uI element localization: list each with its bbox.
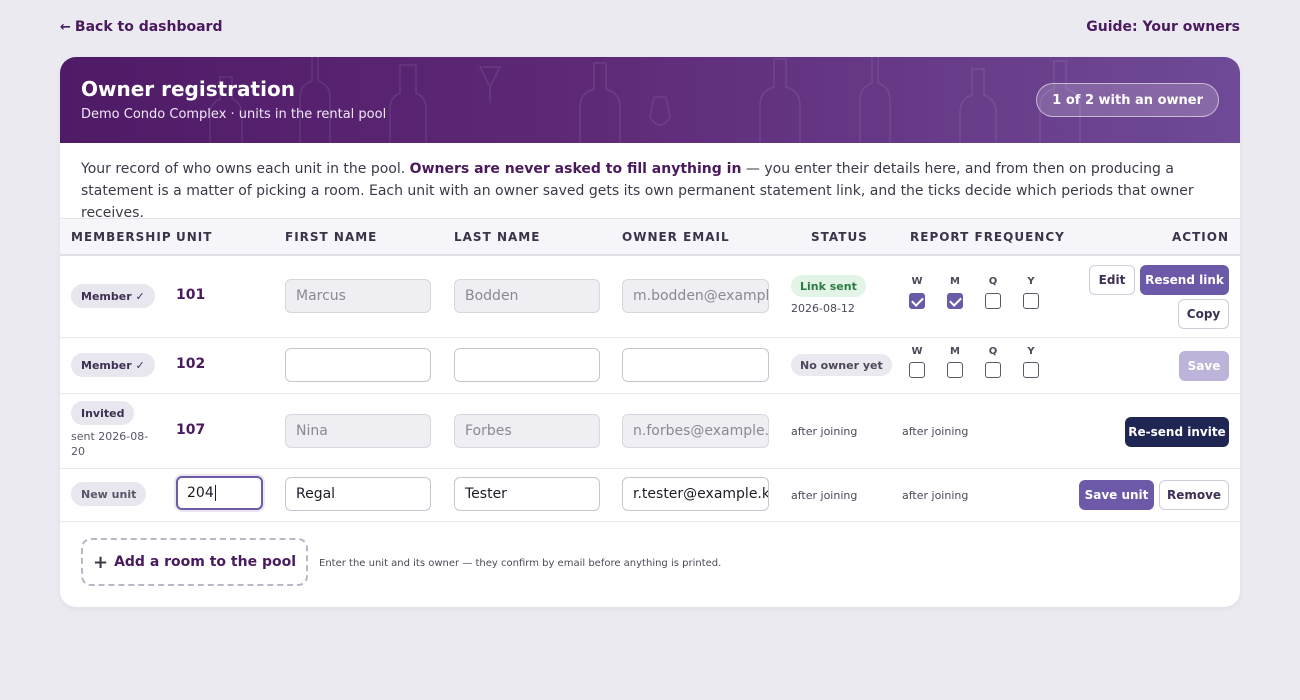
table-row-unit-101: Member ✓ 101 Marcus Bodden m.bodden@exam… (60, 256, 1240, 338)
frequency-monthly-checkbox[interactable] (947, 293, 963, 309)
frequency-monthly-checkbox[interactable] (947, 362, 963, 378)
unit-number-input-value: 204 (187, 485, 214, 501)
header-banner: Owner registration Demo Condo Complex · … (60, 57, 1240, 143)
resend-link-button[interactable]: Resend link (1140, 265, 1229, 295)
last-name-field[interactable]: Forbes (454, 414, 600, 448)
frequency-text: after joining (902, 489, 969, 502)
frequency-yearly-checkbox[interactable] (1023, 362, 1039, 378)
table-row-unit-107: Invited sent 2026-08-20 107 Nina Forbes … (60, 394, 1240, 469)
owner-count-badge: 1 of 2 with an owner (1036, 83, 1219, 117)
last-name-field[interactable]: Tester (454, 477, 600, 511)
freq-label-weekly: W (911, 276, 923, 287)
invite-sent-date: sent 2026-08-20 (71, 430, 149, 458)
status-text: after joining (791, 425, 858, 438)
intro-text: Your record of who owns each unit in the… (81, 158, 1221, 224)
freq-label-yearly: Y (1027, 276, 1035, 287)
edit-button[interactable]: Edit (1089, 265, 1135, 295)
owner-registration-card: Owner registration Demo Condo Complex · … (60, 57, 1240, 607)
frequency-quarterly-checkbox[interactable] (985, 293, 1001, 309)
plus-icon: + (92, 551, 109, 573)
freq-label-yearly: Y (1027, 346, 1035, 357)
frequency-yearly-checkbox[interactable] (1023, 293, 1039, 309)
add-room-button[interactable]: + Add a room to the pool (81, 538, 308, 586)
first-name-field[interactable]: Nina (285, 414, 431, 448)
status-badge: Link sent (791, 275, 866, 297)
header-last-name: Last name (454, 230, 541, 244)
add-room-hint: Enter the unit and its owner — they conf… (319, 558, 722, 569)
add-room-label: Add a room to the pool (114, 554, 297, 570)
status-text: after joining (791, 489, 858, 502)
table-header: Membership Unit First name Last name Own… (60, 218, 1240, 256)
owner-email-field[interactable]: m.bodden@example.ky (622, 279, 769, 313)
save-button[interactable]: Save (1179, 351, 1229, 381)
guide-link[interactable]: Guide: Your owners (1086, 19, 1240, 35)
frequency-weekly-checkbox[interactable] (909, 362, 925, 378)
freq-label-monthly: M (950, 276, 960, 287)
back-to-dashboard-link[interactable]: ← Back to dashboard (60, 19, 222, 35)
frequency-quarterly-checkbox[interactable] (985, 362, 1001, 378)
header-owner-email: Owner email (622, 230, 730, 244)
last-name-field[interactable]: Bodden (454, 279, 600, 313)
membership-badge: Member ✓ (71, 284, 155, 308)
text-caret (214, 485, 216, 501)
header-action: Action (1172, 230, 1229, 244)
unit-number: 102 (176, 356, 206, 372)
freq-label-quarterly: Q (988, 346, 998, 357)
owner-email-field[interactable]: r.tester@example.ky (622, 477, 769, 511)
freq-label-quarterly: Q (988, 276, 998, 287)
membership-badge: New unit (71, 482, 147, 506)
owner-email-field[interactable]: n.forbes@example.ky (622, 414, 769, 448)
back-link-label: Back to dashboard (74, 19, 223, 35)
membership-badge: Invited (71, 401, 135, 425)
owner-email-field[interactable] (622, 348, 769, 382)
remove-button[interactable]: Remove (1159, 480, 1229, 510)
first-name-field[interactable]: Marcus (285, 279, 431, 313)
header-membership: Membership (71, 230, 172, 244)
save-unit-button[interactable]: Save unit (1079, 480, 1154, 510)
top-navigation: ← Back to dashboard Guide: Your owners (60, 19, 1240, 39)
resend-invite-button[interactable]: Re-send invite (1125, 417, 1229, 447)
first-name-field[interactable] (285, 348, 431, 382)
freq-label-weekly: W (911, 346, 923, 357)
arrow-left-icon: ← (60, 19, 71, 35)
status-badge: No owner yet (791, 354, 892, 376)
frequency-weekly-checkbox[interactable] (909, 293, 925, 309)
first-name-field[interactable]: Regal (285, 477, 431, 511)
page-title: Owner registration (81, 77, 295, 101)
unit-number: 107 (176, 422, 206, 438)
last-name-field[interactable] (454, 348, 600, 382)
freq-label-monthly: M (950, 346, 960, 357)
unit-number-input[interactable]: 204 (176, 476, 263, 510)
table-row-new-unit: New unit 204 Regal Tester r.tester@examp… (60, 469, 1240, 522)
intro-text-start: Your record of who owns each unit in the… (81, 161, 410, 177)
unit-number: 101 (176, 287, 206, 303)
frequency-text: after joining (902, 425, 969, 438)
table-row-unit-102: Member ✓ 102 No owner yet W M Q Y Save (60, 338, 1240, 394)
status-date: 2026-08-12 (791, 302, 855, 315)
header-report-frequency: Report frequency (910, 230, 1065, 244)
membership-badge: Member ✓ (71, 353, 155, 377)
copy-link-button[interactable]: Copy (1178, 299, 1229, 329)
header-status: Status (811, 230, 868, 244)
intro-emphasis: Owners are never asked to fill anything … (409, 161, 742, 177)
header-unit: Unit (176, 230, 213, 244)
page-subtitle: Demo Condo Complex · units in the rental… (81, 107, 387, 122)
header-first-name: First name (285, 230, 378, 244)
